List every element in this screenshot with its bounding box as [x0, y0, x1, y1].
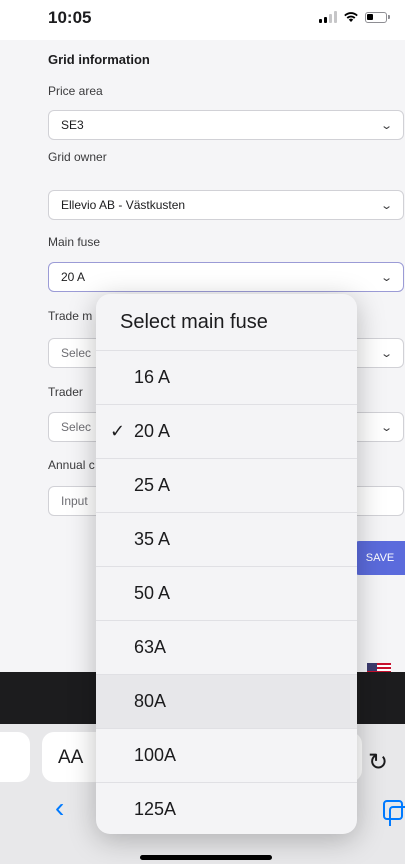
signal-icon: [319, 11, 337, 23]
home-indicator: [140, 855, 272, 860]
chevron-down-icon: ⌄: [379, 199, 393, 212]
save-button[interactable]: SAVE: [355, 541, 405, 575]
trade-model-placeholder: Selec: [61, 346, 92, 360]
status-icons: [319, 11, 390, 23]
status-time: 10:05: [48, 8, 92, 27]
status-bar: 10:05: [0, 0, 405, 40]
annual-label: Annual c: [48, 458, 95, 472]
checkmark-icon: ✓: [110, 421, 126, 441]
grid-owner-label: Grid owner: [48, 150, 107, 164]
picker-option[interactable]: 63A: [96, 620, 357, 674]
picker-option[interactable]: 16 A: [96, 350, 357, 404]
main-fuse-select[interactable]: 20 A ⌄: [48, 262, 404, 292]
picker-option[interactable]: 50 A: [96, 566, 357, 620]
chevron-down-icon: ⌄: [379, 271, 393, 284]
tabs-icon[interactable]: [383, 800, 405, 826]
picker-title: Select main fuse: [120, 310, 268, 333]
price-area-value: SE3: [61, 118, 84, 132]
chevron-down-icon: ⌄: [379, 421, 393, 434]
previous-tab-pill[interactable]: [0, 732, 30, 782]
picker-option-selected[interactable]: ✓ 20 A: [96, 404, 357, 458]
trader-label: Trader: [48, 385, 83, 399]
main-fuse-value: 20 A: [61, 270, 86, 284]
price-area-select[interactable]: SE3 ⌄: [48, 110, 404, 140]
picker-option[interactable]: 80A: [96, 674, 357, 728]
main-fuse-picker: Select main fuse 16 A ✓ 20 A 25 A 35 A 50…: [96, 294, 357, 834]
main-fuse-label: Main fuse: [48, 235, 101, 249]
grid-owner-select[interactable]: Ellevio AB - Västkusten ⌄: [48, 190, 404, 220]
wifi-icon: [344, 12, 358, 22]
section-title: Grid information: [48, 52, 150, 67]
grid-owner-value: Ellevio AB - Västkusten: [61, 198, 186, 212]
back-icon[interactable]: ‹: [55, 792, 64, 824]
picker-option[interactable]: 25 A: [96, 458, 357, 512]
reload-icon[interactable]: ↻: [368, 748, 388, 777]
chevron-down-icon: ⌄: [379, 347, 393, 360]
chevron-down-icon: ⌄: [379, 119, 393, 132]
text-size-button[interactable]: AA: [58, 747, 83, 769]
picker-option[interactable]: 35 A: [96, 512, 357, 566]
picker-option[interactable]: 125A: [96, 782, 357, 834]
trader-placeholder: Selec: [61, 420, 92, 434]
price-area-label: Price area: [48, 84, 103, 98]
annual-input-placeholder: Input: [61, 494, 88, 508]
trade-model-label: Trade m: [48, 309, 93, 323]
battery-icon: [365, 11, 390, 23]
picker-option[interactable]: 100A: [96, 728, 357, 782]
